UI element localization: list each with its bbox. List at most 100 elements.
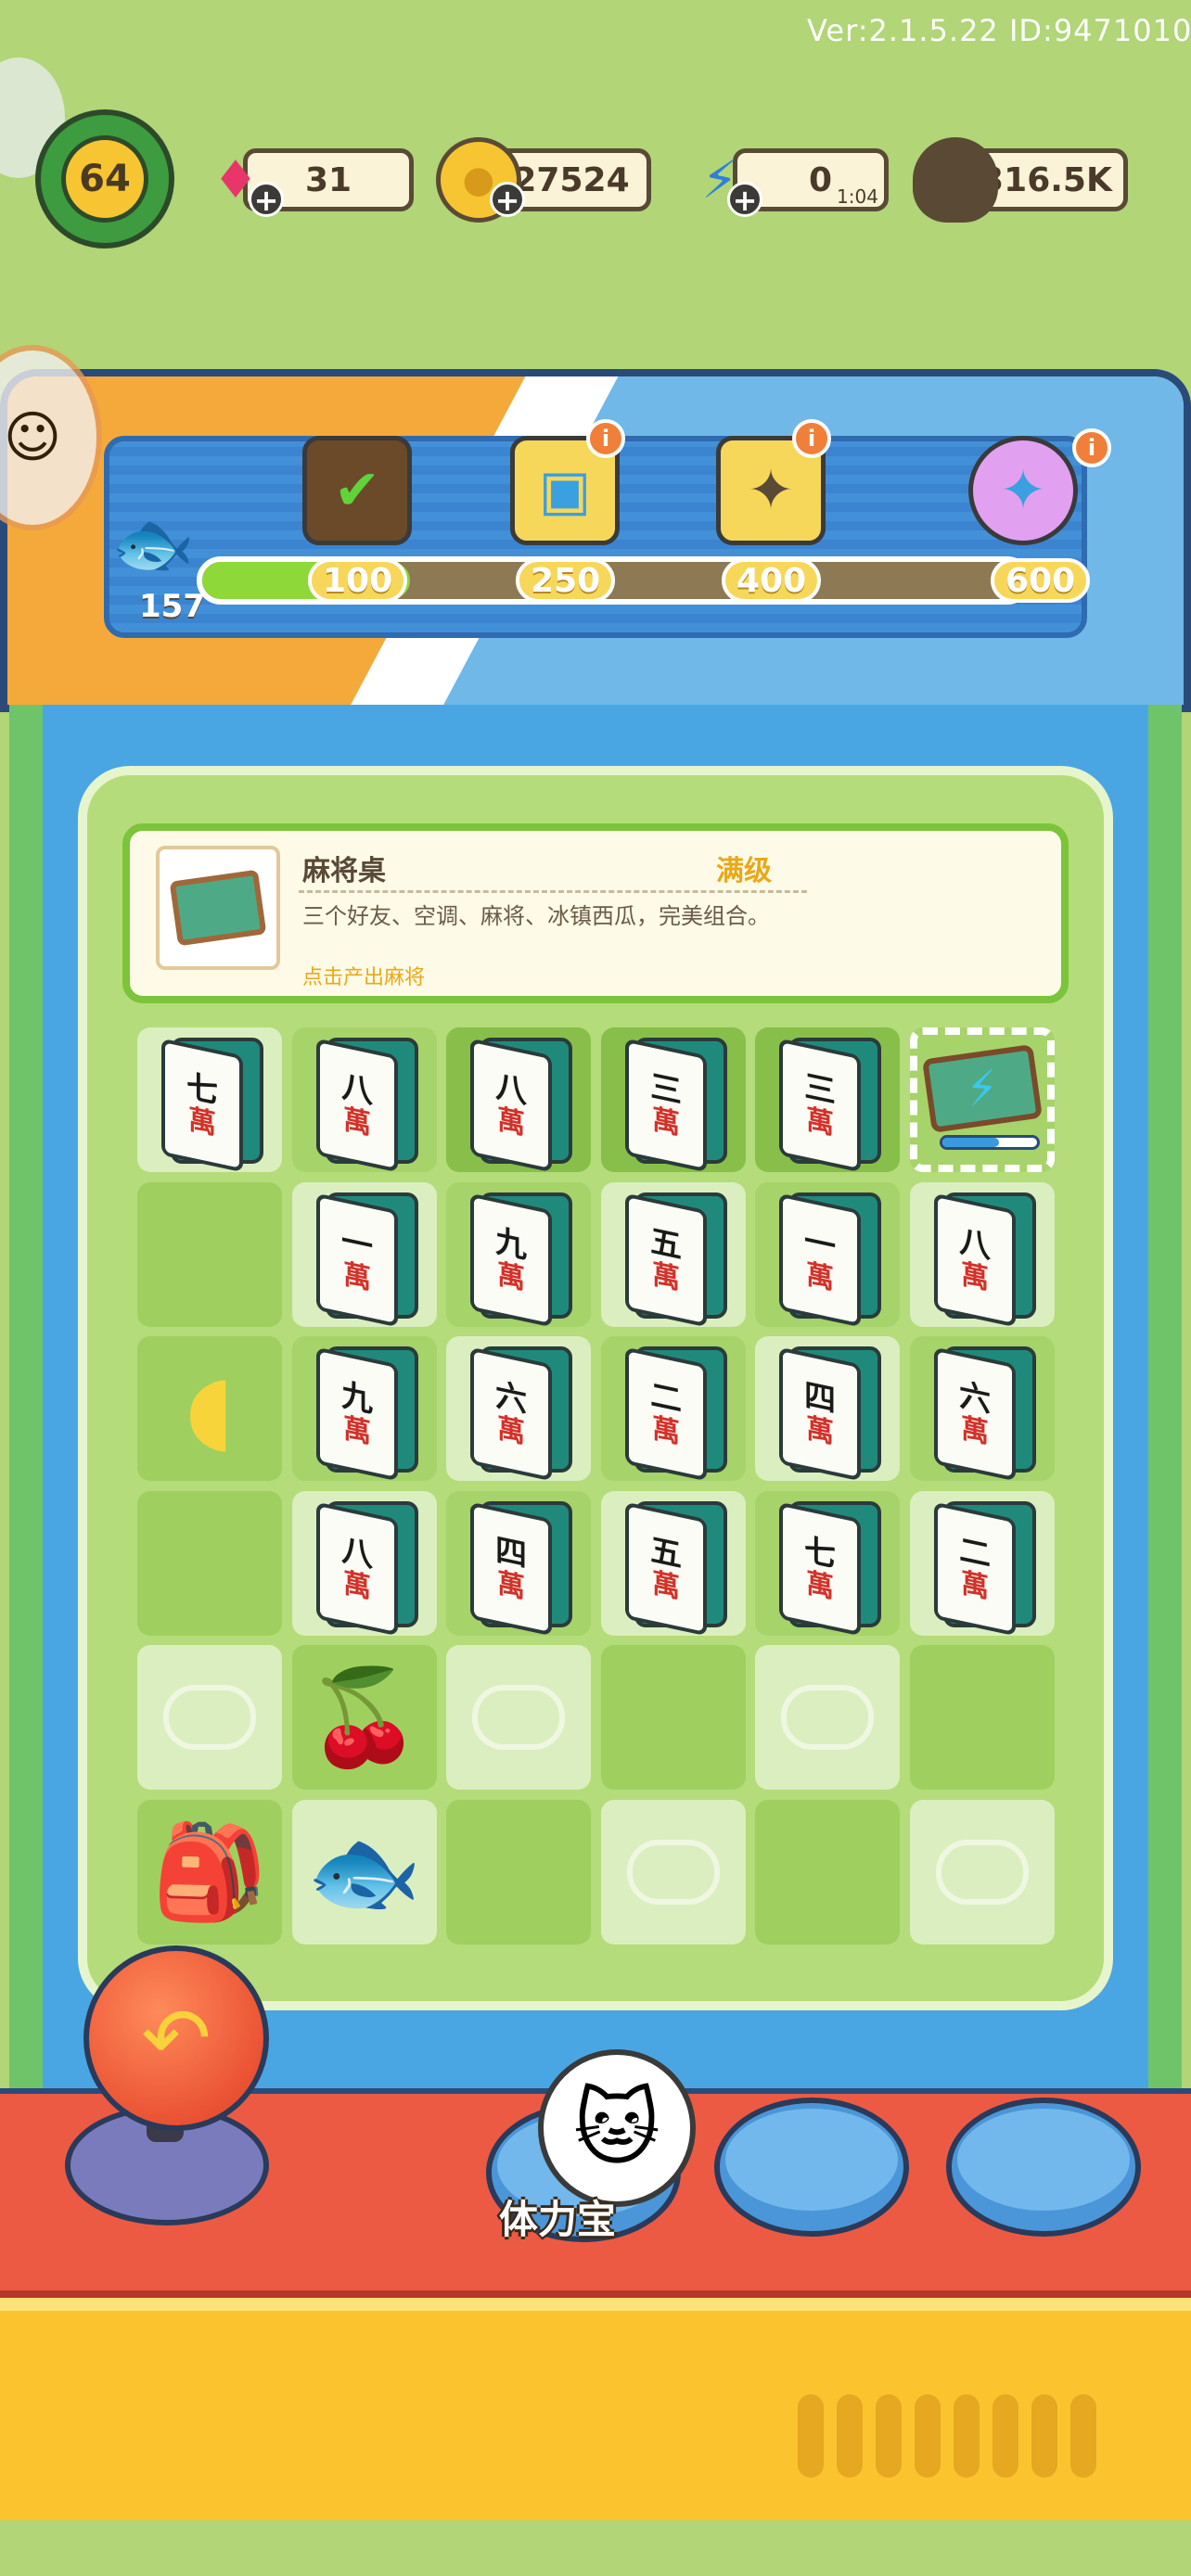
milestone-reward-4-sparkle-gem-icon[interactable]: ✦: [968, 436, 1078, 545]
arcade-button-3[interactable]: [946, 2098, 1141, 2237]
mahjong-tile[interactable]: 五萬: [624, 1191, 727, 1327]
milestone-reward-1-chest-claimed-icon[interactable]: ✔: [302, 436, 412, 545]
tile-suit: 萬: [960, 1411, 989, 1451]
tile-suit: 萬: [342, 1411, 371, 1451]
grid-cell-r4-c1[interactable]: [137, 1490, 282, 1636]
mahjong-tile[interactable]: 八萬: [315, 1036, 418, 1173]
add-gems-button[interactable]: +: [249, 182, 284, 217]
mahjong-tile[interactable]: 一萬: [779, 1191, 881, 1327]
item-hint: 点击产出麻将: [302, 966, 426, 989]
lucky-cat-icon[interactable]: 🐱: [538, 2049, 696, 2207]
tile-suit: 萬: [342, 1103, 371, 1142]
mahjong-tile[interactable]: 六萬: [933, 1345, 1036, 1482]
cherry-icon[interactable]: 🍒: [306, 1671, 422, 1764]
energy-bank-label: 体力宝: [499, 2197, 617, 2242]
grid-cell-r4-c5[interactable]: 七萬: [755, 1490, 900, 1636]
tile-suit: 萬: [806, 1411, 834, 1451]
grid-cell-r5-c3[interactable]: [446, 1645, 591, 1790]
mahjong-tile[interactable]: 三萬: [779, 1036, 881, 1173]
grid-cell-r6-c6[interactable]: [909, 1799, 1055, 1945]
undo-button[interactable]: ↶: [83, 1945, 269, 2131]
grid-cell-r3-c3[interactable]: 六萬: [446, 1336, 591, 1482]
mahjong-tile[interactable]: 五萬: [624, 1499, 727, 1636]
grid-cell-r6-c4[interactable]: [600, 1799, 746, 1945]
fish-icon: 🐟: [111, 504, 195, 582]
grid-cell-r2-c6[interactable]: 八萬: [909, 1181, 1055, 1327]
locked-slot-gamepad-icon: [626, 1839, 720, 1905]
add-coins-button[interactable]: +: [490, 182, 525, 217]
grid-cell-r1-c2[interactable]: 八萬: [291, 1027, 437, 1173]
grid-cell-r5-c5[interactable]: [755, 1645, 900, 1790]
milestone-value-2: 250: [516, 558, 616, 603]
tile-suit: 萬: [651, 1566, 680, 1605]
grid-cell-r5-c4[interactable]: [600, 1645, 746, 1790]
grid-cell-r6-c3[interactable]: [446, 1799, 591, 1945]
player-level-badge[interactable]: 64: [35, 109, 174, 249]
mahjong-table-generator-icon[interactable]: ⚡: [921, 1044, 1043, 1133]
grid-cell-r3-c4[interactable]: 二萬: [600, 1336, 746, 1482]
mahjong-tile[interactable]: 九萬: [470, 1191, 572, 1327]
gems-value: 31: [304, 160, 352, 199]
grid-cell-r2-c3[interactable]: 九萬: [446, 1181, 591, 1327]
grid-cell-r1-c3[interactable]: 八萬: [446, 1027, 591, 1173]
tile-suit: 萬: [806, 1103, 834, 1142]
grid-cell-r1-c1[interactable]: 七萬: [137, 1027, 282, 1173]
grid-cell-r4-c3[interactable]: 四萬: [446, 1490, 591, 1636]
grid-cell-r3-c6[interactable]: 六萬: [909, 1336, 1055, 1482]
locked-slot-gamepad-icon: [781, 1685, 874, 1750]
grid-cell-r3-c1[interactable]: ◖: [137, 1336, 282, 1481]
tile-suit: 萬: [960, 1257, 989, 1296]
vent-grille: [798, 2394, 1096, 2478]
grid-cell-r2-c4[interactable]: 五萬: [600, 1181, 746, 1327]
taiyaki-icon[interactable]: 🐟: [306, 1825, 422, 1919]
mahjong-tile[interactable]: 一萬: [315, 1191, 418, 1327]
mahjong-tile[interactable]: 八萬: [933, 1191, 1036, 1327]
tile-suit: 萬: [651, 1257, 680, 1296]
mahjong-tile[interactable]: 七萬: [161, 1036, 263, 1173]
grid-cell-r2-c2[interactable]: 一萬: [291, 1181, 437, 1327]
backpack-icon[interactable]: 🎒: [152, 1825, 268, 1919]
fish-count: 157: [139, 588, 205, 625]
grid-cell-r4-c4[interactable]: 五萬: [600, 1490, 746, 1636]
milestone-2-info-icon[interactable]: i: [586, 419, 625, 458]
mahjong-tile[interactable]: 四萬: [779, 1345, 881, 1482]
mahjong-tile[interactable]: 九萬: [315, 1345, 418, 1482]
tile-suit: 萬: [497, 1103, 525, 1142]
grid-cell-r6-c2[interactable]: 🐟: [291, 1799, 437, 1945]
grid-cell-r2-c5[interactable]: 一萬: [755, 1181, 900, 1327]
tile-suit: 萬: [497, 1566, 525, 1605]
pacman-icon[interactable]: ◖: [186, 1362, 235, 1455]
grid-cell-r2-c1[interactable]: [137, 1181, 282, 1327]
grid-cell-r1-c4[interactable]: 三萬: [600, 1027, 746, 1173]
milestone-3-info-icon[interactable]: i: [792, 419, 831, 458]
undo-arrow-icon: ↶: [141, 1989, 211, 2087]
player-level: 64: [61, 135, 148, 223]
mahjong-tile[interactable]: 八萬: [470, 1036, 572, 1173]
item-title: 麻将桌: [302, 855, 386, 887]
grid-cell-r5-c1[interactable]: [137, 1645, 282, 1790]
grid-cell-r6-c1[interactable]: 🎒: [137, 1799, 282, 1945]
grid-cell-r4-c2[interactable]: 八萬: [291, 1490, 437, 1636]
grid-cell-r5-c6[interactable]: [909, 1645, 1055, 1790]
locked-slot-gamepad-icon: [935, 1839, 1029, 1905]
arcade-button-2[interactable]: [714, 2098, 909, 2237]
add-energy-button[interactable]: +: [727, 182, 762, 217]
mahjong-tile[interactable]: 八萬: [315, 1499, 418, 1636]
coins-value: 27524: [513, 160, 630, 199]
mahjong-tile[interactable]: 四萬: [470, 1499, 572, 1636]
grid-cell-r4-c6[interactable]: 二萬: [909, 1490, 1055, 1636]
mahjong-tile[interactable]: 七萬: [779, 1499, 881, 1636]
mahjong-tile[interactable]: 三萬: [624, 1036, 727, 1173]
grid-cell-r6-c5[interactable]: [755, 1799, 900, 1945]
grid-cell-r3-c5[interactable]: 四萬: [755, 1336, 900, 1482]
grid-cell-r5-c2[interactable]: 🍒: [291, 1645, 437, 1790]
grid-cell-r1-c5[interactable]: 三萬: [755, 1027, 900, 1173]
mahjong-tile[interactable]: 二萬: [933, 1499, 1036, 1636]
tile-suit: 萬: [188, 1103, 216, 1142]
grid-cell-r3-c2[interactable]: 九萬: [291, 1336, 437, 1482]
version-text: Ver:2.1.5.22 ID:94710107: [807, 13, 1191, 48]
mahjong-tile[interactable]: 二萬: [624, 1345, 727, 1482]
mahjong-tile[interactable]: 六萬: [470, 1345, 572, 1482]
grid-cell-r1-c6[interactable]: ⚡: [909, 1027, 1055, 1172]
milestone-4-info-icon[interactable]: i: [1072, 428, 1111, 467]
